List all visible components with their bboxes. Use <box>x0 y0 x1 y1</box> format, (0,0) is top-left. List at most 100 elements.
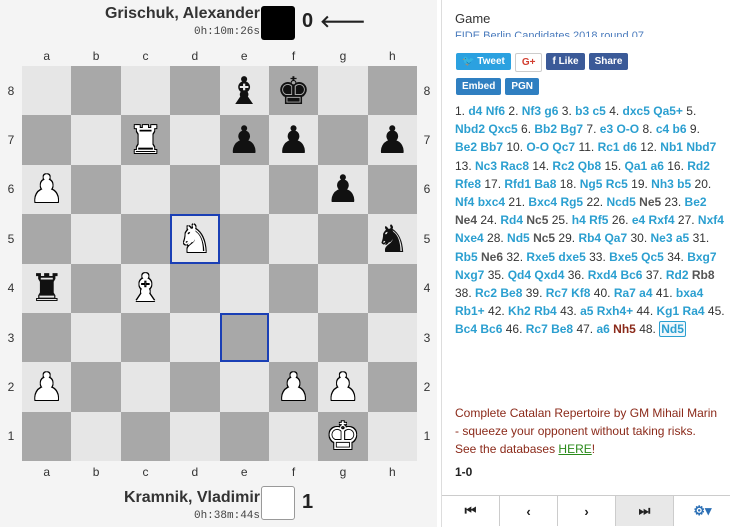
square-h5[interactable]: ♞ <box>367 214 417 264</box>
move-b-10[interactable]: Qc7 <box>552 140 575 154</box>
share-button[interactable]: Share <box>588 53 629 70</box>
square-e5[interactable] <box>219 214 269 264</box>
move-w-14[interactable]: Rc2 <box>552 159 574 173</box>
square-c7[interactable]: ♜ <box>120 115 171 165</box>
move-b-11[interactable]: d6 <box>623 140 637 154</box>
square-c4[interactable]: ♝ <box>120 263 171 313</box>
square-g4[interactable] <box>318 263 368 313</box>
move-b-16[interactable]: Rfe8 <box>455 177 481 191</box>
move-b-31[interactable]: Ne6 <box>481 250 503 264</box>
square-b7[interactable] <box>71 115 121 165</box>
move-b-3[interactable]: c5 <box>592 104 605 118</box>
black-king-icon[interactable]: ♚ <box>277 72 311 110</box>
google-plus-button[interactable]: G+ <box>514 53 543 72</box>
like-button[interactable]: f Like <box>546 53 585 70</box>
move-w-22[interactable]: Ncd5 <box>606 195 635 209</box>
black-pawn-icon[interactable]: ♟ <box>227 121 261 159</box>
square-e1[interactable] <box>219 411 269 461</box>
move-b-12[interactable]: Nbd7 <box>686 140 716 154</box>
move-w-25[interactable]: h4 <box>572 213 586 227</box>
move-b-39[interactable]: Kf8 <box>571 286 590 300</box>
white-king-icon[interactable]: ♚ <box>326 417 360 455</box>
square-f7[interactable]: ♟ <box>268 115 319 165</box>
move-w-47[interactable]: a6 <box>596 322 609 336</box>
move-w-11[interactable]: Rc1 <box>598 140 620 154</box>
black-pawn-icon[interactable]: ♟ <box>277 121 311 159</box>
square-b3[interactable] <box>71 312 121 363</box>
move-w-34[interactable]: Bxg7 <box>687 250 716 264</box>
move-b-13[interactable]: Rac8 <box>500 159 529 173</box>
square-f8[interactable]: ♚ <box>268 66 319 116</box>
square-g7[interactable] <box>318 115 368 165</box>
black-bishop-icon[interactable]: ♝ <box>227 72 261 110</box>
square-d3[interactable] <box>170 312 220 363</box>
move-b-42[interactable]: Rb4 <box>534 304 557 318</box>
move-w-7[interactable]: e3 <box>600 122 613 136</box>
square-a2[interactable]: ♟ <box>22 362 72 412</box>
move-w-33[interactable]: Bxe5 <box>609 250 638 264</box>
square-h4[interactable] <box>367 263 417 313</box>
square-c5[interactable] <box>120 214 171 264</box>
black-knight-icon[interactable]: ♞ <box>375 220 409 258</box>
move-w-44[interactable]: Kg1 <box>657 304 680 318</box>
square-h1[interactable] <box>367 411 417 461</box>
square-g6[interactable]: ♟ <box>318 164 368 215</box>
move-w-27[interactable]: Nxf4 <box>698 213 724 227</box>
move-b-28[interactable]: Nc5 <box>533 231 555 245</box>
last-move-button[interactable]: ⏭ <box>616 496 674 526</box>
move-w-19[interactable]: Nh3 <box>651 177 674 191</box>
square-a4[interactable]: ♜ <box>22 263 72 313</box>
move-w-1[interactable]: d4 <box>468 104 482 118</box>
move-b-41[interactable]: Rb1+ <box>455 304 485 318</box>
move-w-8[interactable]: c4 <box>656 122 669 136</box>
move-b-29[interactable]: Qa7 <box>604 231 627 245</box>
move-b-36[interactable]: Bc6 <box>620 268 642 282</box>
embed-button[interactable]: Embed <box>456 78 502 95</box>
square-g8[interactable] <box>318 66 368 116</box>
move-w-13[interactable]: Nc3 <box>475 159 497 173</box>
square-c6[interactable] <box>120 164 171 215</box>
move-w-37[interactable]: Rd2 <box>666 268 689 282</box>
square-a8[interactable] <box>22 66 72 116</box>
square-e4[interactable] <box>219 263 269 313</box>
square-e8[interactable]: ♝ <box>219 66 269 116</box>
square-d5[interactable]: ♞ <box>170 214 220 264</box>
square-f3[interactable] <box>268 312 319 363</box>
first-move-button[interactable]: ⏮ <box>442 496 500 526</box>
square-h7[interactable]: ♟ <box>367 115 417 165</box>
move-w-2[interactable]: Nf3 <box>522 104 541 118</box>
move-w-36[interactable]: Rxd4 <box>588 268 617 282</box>
tweet-button[interactable]: 🐦 Tweet <box>456 53 511 70</box>
square-e2[interactable] <box>219 362 269 412</box>
move-b-26[interactable]: Rxf4 <box>649 213 675 227</box>
square-f6[interactable] <box>268 164 319 215</box>
square-c1[interactable] <box>120 411 171 461</box>
move-w-6[interactable]: Bb2 <box>534 122 557 136</box>
square-h6[interactable] <box>367 164 417 215</box>
move-w-10[interactable]: O-O <box>526 140 549 154</box>
move-b-30[interactable]: a5 <box>676 231 689 245</box>
move-b-47[interactable]: Nh5 <box>613 322 636 336</box>
square-c3[interactable] <box>120 312 171 363</box>
move-b-44[interactable]: Ra4 <box>683 304 705 318</box>
move-w-5[interactable]: Nbd2 <box>455 122 485 136</box>
square-b4[interactable] <box>71 263 121 313</box>
square-f4[interactable] <box>268 263 319 313</box>
move-w-4[interactable]: dxc5 <box>623 104 650 118</box>
move-b-43[interactable]: Rxh4+ <box>597 304 633 318</box>
square-d6[interactable] <box>170 164 220 215</box>
white-pawn-icon[interactable]: ♟ <box>30 368 64 406</box>
move-b-8[interactable]: b6 <box>673 122 687 136</box>
move-w-29[interactable]: Rb4 <box>578 231 601 245</box>
move-w-3[interactable]: b3 <box>575 104 589 118</box>
move-b-20[interactable]: bxc4 <box>478 195 505 209</box>
previous-move-button[interactable]: ‹ <box>500 496 558 526</box>
move-w-41[interactable]: bxa4 <box>676 286 703 300</box>
move-b-15[interactable]: a6 <box>651 159 664 173</box>
square-c2[interactable] <box>120 362 171 412</box>
move-b-40[interactable]: a4 <box>639 286 652 300</box>
move-w-12[interactable]: Nb1 <box>660 140 683 154</box>
move-b-23[interactable]: Ne4 <box>455 213 477 227</box>
move-w-26[interactable]: e4 <box>632 213 645 227</box>
move-w-24[interactable]: Rd4 <box>500 213 523 227</box>
